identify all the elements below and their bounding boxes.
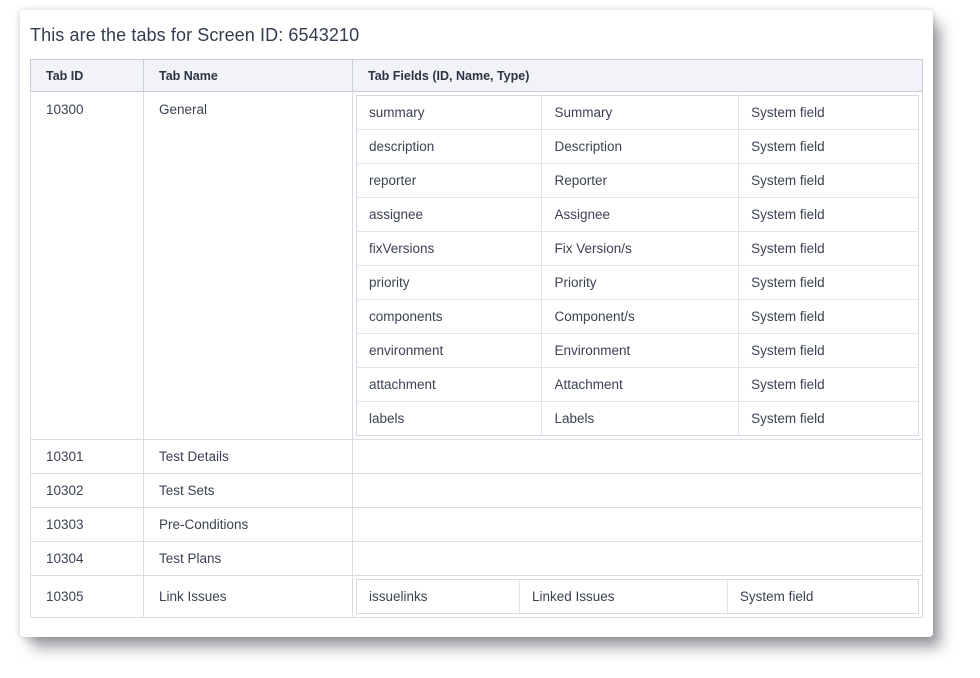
field-type-cell: System field bbox=[727, 580, 918, 614]
field-row: assignee Assignee System field bbox=[357, 198, 919, 232]
field-row: summary Summary System field bbox=[357, 96, 919, 130]
field-name-cell: Assignee bbox=[542, 198, 739, 232]
table-row-test-plans: 10304 Test Plans bbox=[31, 542, 923, 576]
link-issues-fields-table: issuelinks Linked Issues System field bbox=[356, 579, 919, 614]
field-name-cell: Component/s bbox=[542, 300, 739, 334]
tab-fields-cell: issuelinks Linked Issues System field bbox=[353, 576, 923, 618]
tab-name-cell: General bbox=[144, 92, 353, 440]
field-id-cell: issuelinks bbox=[357, 580, 520, 614]
tab-name-cell: Test Sets bbox=[144, 474, 353, 508]
field-name-cell: Attachment bbox=[542, 368, 739, 402]
field-name-cell: Reporter bbox=[542, 164, 739, 198]
field-row: attachment Attachment System field bbox=[357, 368, 919, 402]
field-row: environment Environment System field bbox=[357, 334, 919, 368]
table-row-pre-conditions: 10303 Pre-Conditions bbox=[31, 508, 923, 542]
field-type-cell: System field bbox=[739, 402, 919, 436]
field-id-cell: description bbox=[357, 130, 542, 164]
tabs-table: Tab ID Tab Name Tab Fields (ID, Name, Ty… bbox=[30, 59, 923, 618]
tab-name-cell: Test Details bbox=[144, 440, 353, 474]
table-row-general: 10300 General summary Summary System fie… bbox=[31, 92, 923, 440]
table-row-link-issues: 10305 Link Issues issuelinks Linked Issu… bbox=[31, 576, 923, 618]
tab-fields-cell: summary Summary System field description… bbox=[353, 92, 923, 440]
field-id-cell: components bbox=[357, 300, 542, 334]
field-id-cell: assignee bbox=[357, 198, 542, 232]
table-header-row: Tab ID Tab Name Tab Fields (ID, Name, Ty… bbox=[31, 60, 923, 92]
field-name-cell: Priority bbox=[542, 266, 739, 300]
field-type-cell: System field bbox=[739, 266, 919, 300]
table-row-test-details: 10301 Test Details bbox=[31, 440, 923, 474]
tab-fields-cell-empty bbox=[353, 542, 923, 576]
field-row: description Description System field bbox=[357, 130, 919, 164]
field-type-cell: System field bbox=[739, 198, 919, 232]
content-card: This are the tabs for Screen ID: 6543210… bbox=[20, 10, 933, 637]
field-row: priority Priority System field bbox=[357, 266, 919, 300]
tab-fields-cell-empty bbox=[353, 474, 923, 508]
field-name-cell: Summary bbox=[542, 96, 739, 130]
field-id-cell: fixVersions bbox=[357, 232, 542, 266]
field-type-cell: System field bbox=[739, 232, 919, 266]
field-name-cell: Environment bbox=[542, 334, 739, 368]
general-fields-table: summary Summary System field description… bbox=[356, 95, 919, 436]
tab-fields-cell-empty bbox=[353, 440, 923, 474]
field-name-cell: Description bbox=[542, 130, 739, 164]
field-type-cell: System field bbox=[739, 130, 919, 164]
field-row: issuelinks Linked Issues System field bbox=[357, 580, 919, 614]
tab-id-cell: 10305 bbox=[31, 576, 144, 618]
field-id-cell: reporter bbox=[357, 164, 542, 198]
field-row: components Component/s System field bbox=[357, 300, 919, 334]
field-type-cell: System field bbox=[739, 164, 919, 198]
field-id-cell: attachment bbox=[357, 368, 542, 402]
field-type-cell: System field bbox=[739, 300, 919, 334]
tab-id-cell: 10301 bbox=[31, 440, 144, 474]
tab-fields-cell-empty bbox=[353, 508, 923, 542]
table-row-test-sets: 10302 Test Sets bbox=[31, 474, 923, 508]
field-id-cell: labels bbox=[357, 402, 542, 436]
tab-id-cell: 10302 bbox=[31, 474, 144, 508]
tab-id-cell: 10304 bbox=[31, 542, 144, 576]
tab-name-cell: Link Issues bbox=[144, 576, 353, 618]
field-id-cell: priority bbox=[357, 266, 542, 300]
field-id-cell: environment bbox=[357, 334, 542, 368]
field-id-cell: summary bbox=[357, 96, 542, 130]
column-header-tab-id: Tab ID bbox=[31, 60, 144, 92]
field-type-cell: System field bbox=[739, 96, 919, 130]
tab-id-cell: 10300 bbox=[31, 92, 144, 440]
column-header-tab-fields: Tab Fields (ID, Name, Type) bbox=[353, 60, 923, 92]
field-type-cell: System field bbox=[739, 334, 919, 368]
tab-name-cell: Test Plans bbox=[144, 542, 353, 576]
page-title: This are the tabs for Screen ID: 6543210 bbox=[30, 10, 923, 59]
field-row: labels Labels System field bbox=[357, 402, 919, 436]
field-type-cell: System field bbox=[739, 368, 919, 402]
field-name-cell: Fix Version/s bbox=[542, 232, 739, 266]
field-name-cell: Linked Issues bbox=[519, 580, 727, 614]
field-row: fixVersions Fix Version/s System field bbox=[357, 232, 919, 266]
column-header-tab-name: Tab Name bbox=[144, 60, 353, 92]
field-name-cell: Labels bbox=[542, 402, 739, 436]
tab-name-cell: Pre-Conditions bbox=[144, 508, 353, 542]
tab-id-cell: 10303 bbox=[31, 508, 144, 542]
field-row: reporter Reporter System field bbox=[357, 164, 919, 198]
